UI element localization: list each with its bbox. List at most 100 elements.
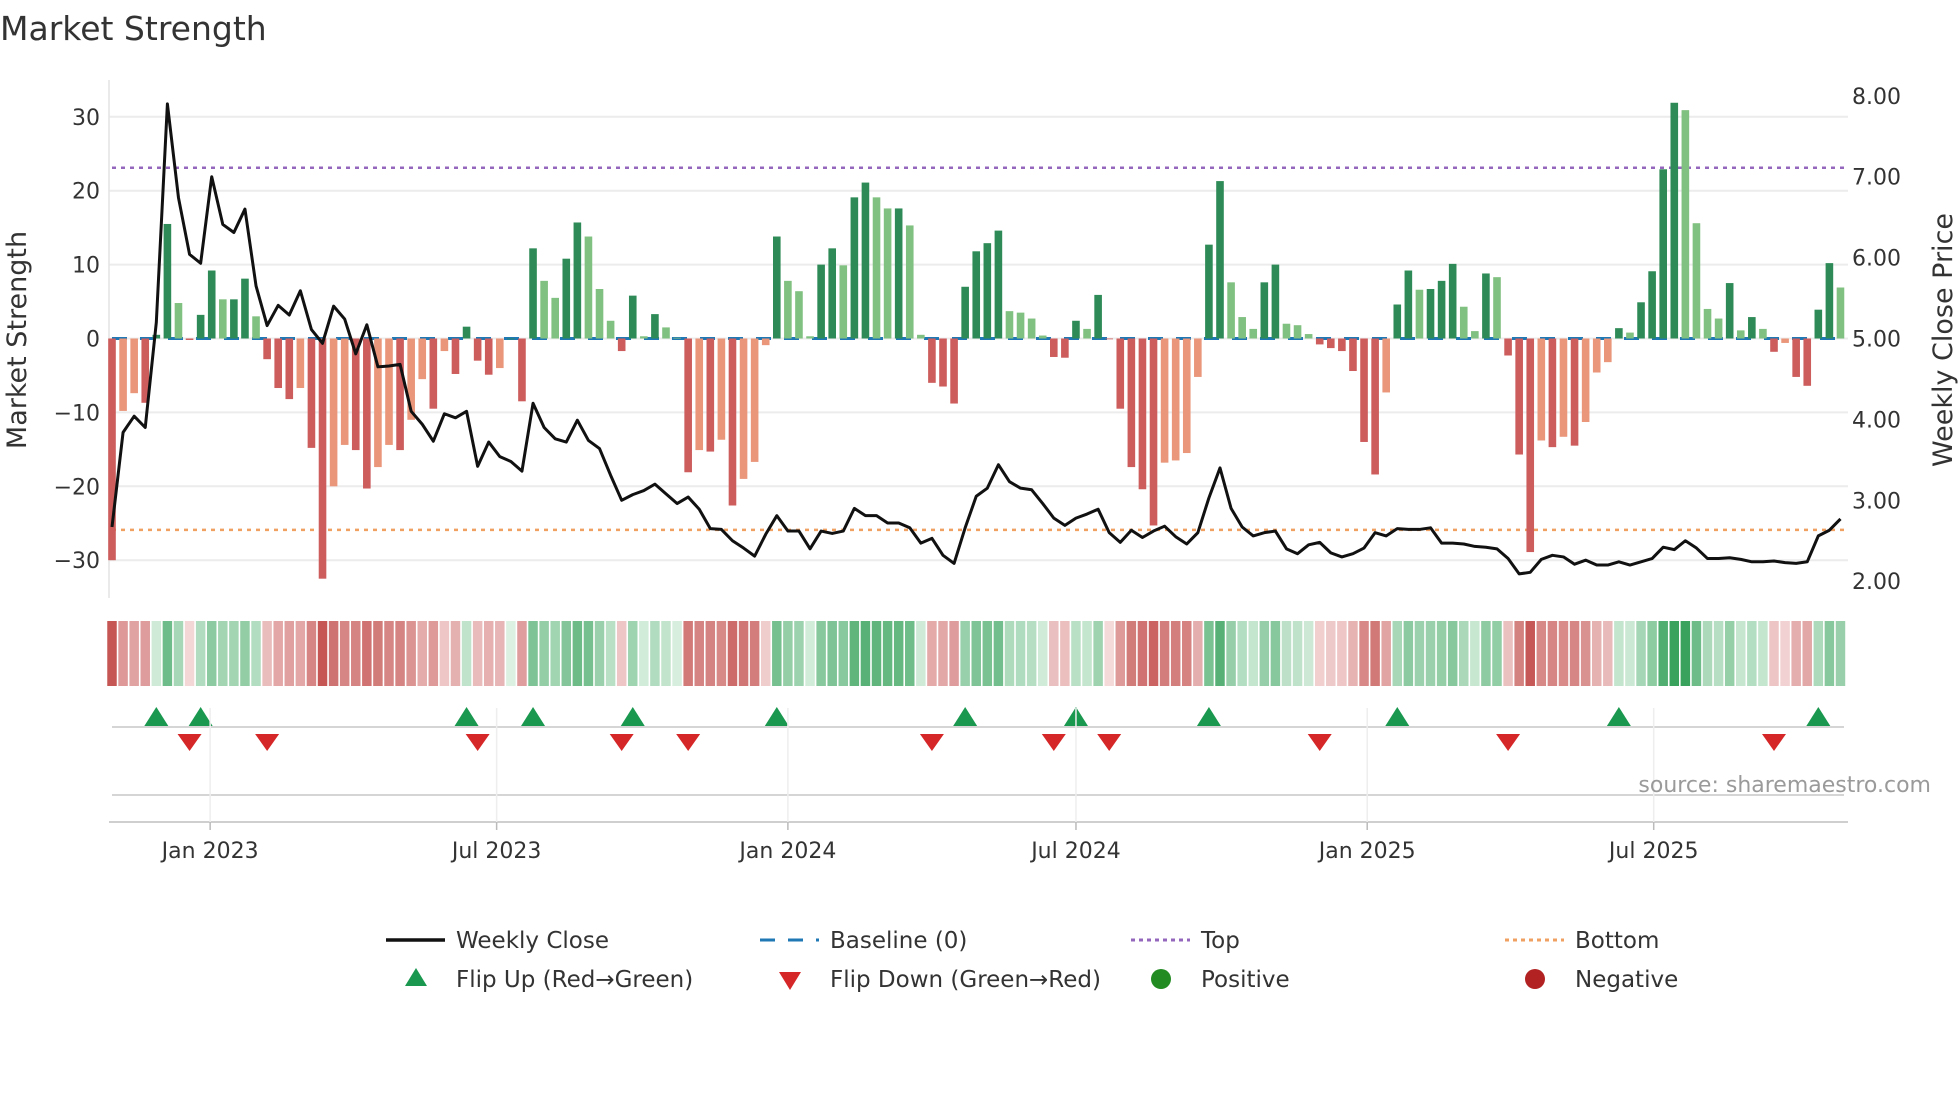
strength-bar — [296, 338, 305, 389]
strip-cell — [339, 621, 350, 686]
strength-bar — [972, 251, 981, 339]
strip-cell — [893, 621, 904, 686]
triangle-up-icon — [405, 968, 427, 986]
strength-bar — [1692, 223, 1701, 339]
strip-cell — [628, 621, 638, 686]
strength-bar — [961, 286, 969, 339]
strip-cell — [1680, 621, 1691, 686]
strip-cell — [993, 621, 1004, 686]
strength-bar — [329, 338, 338, 487]
strip-cell — [816, 621, 826, 686]
heat-strip — [107, 621, 1846, 686]
strength-bar — [1814, 309, 1823, 339]
strip-cell — [616, 621, 627, 686]
strength-bar — [207, 270, 216, 339]
strip-cell — [860, 621, 871, 686]
strength-bar — [1714, 318, 1723, 339]
strength-bar — [806, 336, 814, 339]
strength-bar — [1260, 282, 1269, 339]
strip-cell — [1802, 621, 1812, 686]
strip-cell — [938, 621, 948, 686]
flip-up-marker — [1806, 707, 1831, 726]
flip-up-marker — [521, 707, 546, 726]
strength-bar — [706, 338, 715, 452]
legend-item: Baseline (0) — [760, 928, 967, 954]
strip-cell — [1481, 621, 1491, 686]
strip-cell — [1713, 621, 1724, 686]
strength-bar — [174, 303, 183, 339]
strength-bar — [1360, 338, 1368, 442]
y2-tick-label: 3.00 — [1852, 489, 1901, 514]
strength-bar — [1371, 338, 1379, 475]
strength-bar — [1415, 289, 1424, 339]
y-tick-label: 20 — [72, 180, 100, 205]
strip-cell — [362, 621, 372, 686]
right-axis: 8.00 7.00 6.00 5.00 4.00 3.00 2.00 — [1852, 85, 1901, 595]
strip-cell — [749, 621, 760, 686]
y2-axis-title: Weekly Close Price — [1928, 213, 1959, 467]
strength-bars — [108, 102, 1845, 579]
strip-cell — [1547, 621, 1558, 686]
strip-cell — [1702, 621, 1713, 686]
strip-cell — [483, 621, 494, 686]
y-tick-label: −30 — [54, 549, 100, 574]
flip-down-marker — [465, 734, 490, 751]
strength-bar — [130, 338, 138, 394]
strength-bar — [1770, 338, 1778, 352]
strength-bar — [651, 314, 659, 339]
strip-cell — [1724, 621, 1735, 686]
strength-bar — [429, 338, 438, 409]
strip-cell — [1614, 621, 1624, 686]
strength-bar — [573, 222, 582, 339]
strip-cell — [450, 621, 461, 686]
strength-bar — [905, 225, 914, 339]
strip-cell — [572, 621, 583, 686]
legend-item: Flip Up (Red→Green) — [405, 967, 693, 993]
strip-cell — [528, 621, 538, 686]
strip-cell — [1525, 621, 1535, 686]
strip-cell — [1303, 621, 1314, 686]
flip-down-marker — [1307, 734, 1332, 751]
strip-cell — [1580, 621, 1591, 686]
strength-bar — [983, 243, 992, 339]
strength-bar — [773, 236, 781, 339]
flip-up-marker — [188, 707, 213, 726]
strength-bar — [1304, 334, 1313, 339]
strength-bar — [1138, 338, 1147, 490]
strip-cell — [384, 621, 394, 686]
y2-tick-label: 4.00 — [1852, 408, 1901, 433]
strength-bar — [1105, 338, 1113, 340]
strength-bar — [230, 299, 238, 339]
strip-cell — [1204, 621, 1214, 686]
strip-cell — [916, 621, 926, 686]
flip-down-marker — [609, 734, 634, 751]
strength-bar — [1748, 317, 1756, 339]
legend-label: Bottom — [1575, 928, 1659, 954]
strip-cell — [1026, 621, 1037, 686]
strip-cell — [240, 621, 250, 686]
strip-cell — [1226, 621, 1236, 686]
strength-bar — [385, 338, 393, 445]
strength-bar — [1116, 338, 1125, 409]
strip-cell — [1093, 621, 1103, 686]
strength-bar — [1050, 338, 1058, 357]
strength-bar — [1083, 328, 1091, 339]
strip-cell — [328, 621, 339, 686]
strength-bar — [1393, 304, 1402, 339]
strip-cell — [949, 621, 959, 686]
strip-cell — [960, 621, 970, 686]
strip-cell — [1625, 621, 1635, 686]
y-tick-label: 0 — [86, 328, 100, 353]
strip-cell — [1769, 621, 1779, 686]
strength-bar — [1548, 338, 1557, 448]
flip-down-marker — [1097, 734, 1122, 751]
y-tick-label: 30 — [72, 106, 100, 131]
strip-cell — [1004, 621, 1015, 686]
strength-bar — [1592, 338, 1601, 373]
strip-cell — [1148, 621, 1159, 686]
strip-cell — [716, 621, 727, 686]
strip-cell — [827, 621, 837, 686]
strength-bar — [219, 299, 227, 339]
strip-cell — [727, 621, 738, 686]
strength-bar — [241, 278, 249, 339]
